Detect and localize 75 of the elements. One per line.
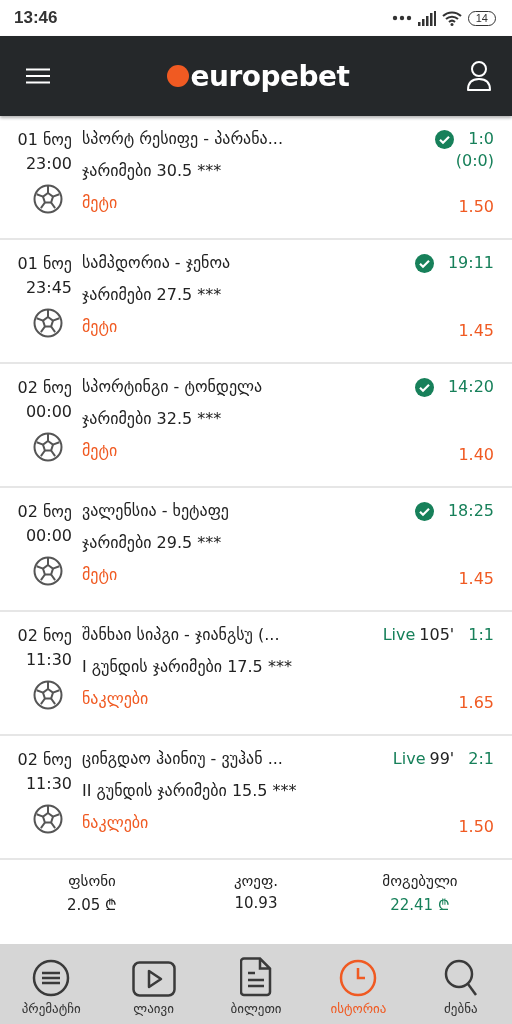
bet-date: 02 ნოე <box>17 377 72 399</box>
football-icon <box>33 308 63 338</box>
bet-odds: 1.50 <box>458 817 494 836</box>
signal-icon <box>417 10 436 26</box>
menu-circle-icon <box>32 959 71 997</box>
nav-tab[interactable]: ლაივი <box>102 944 205 1024</box>
match-result: 18:25 <box>447 500 494 522</box>
user-icon[interactable] <box>466 60 492 92</box>
bet-pick: მეტი <box>82 440 119 462</box>
bet-odds: 1.50 <box>458 197 494 216</box>
match-result: 2:1 <box>468 748 494 770</box>
menu-icon[interactable] <box>26 68 50 84</box>
bet-time: 00:00 <box>25 401 72 423</box>
bet-time: 11:30 <box>25 773 72 795</box>
match-result: 19:11 <box>447 252 494 274</box>
bet-date: 02 ნოე <box>17 501 72 523</box>
match-minute: 105' <box>419 624 455 646</box>
bet-pick: მეტი <box>82 316 119 338</box>
match-name[interactable]: ცინგდაო ჰაინიუ - ვუჰან ... <box>82 748 393 770</box>
market-name: ჯარიმები 27.5 *** <box>82 284 223 306</box>
bet-date: 01 ნოე <box>17 253 72 275</box>
football-icon <box>33 556 63 586</box>
bet-time: 00:00 <box>25 525 72 547</box>
market-name: II გუნდის ჯარიმები 15.5 *** <box>82 780 298 802</box>
match-name[interactable]: სპორტ რესიფე - პარანა... <box>82 128 436 150</box>
football-icon <box>33 804 63 834</box>
market-name: ჯარიმები 29.5 *** <box>82 532 223 554</box>
market-name: ჯარიმები 30.5 *** <box>82 160 223 182</box>
bet-odds: 1.45 <box>458 569 494 588</box>
match-name[interactable]: შანხაი სიპგი - ჯიანგსუ (... <box>82 624 383 646</box>
nav-tab[interactable]: პრემატჩი <box>0 944 103 1024</box>
bet-time: 23:45 <box>25 277 72 299</box>
match-name[interactable]: სპორტინგი - ტონდელა <box>82 376 415 398</box>
bet-time: 11:30 <box>25 649 72 671</box>
summary-value: 10.93 <box>234 894 278 912</box>
more-icon <box>391 15 412 21</box>
match-result: 14:20 <box>447 376 494 398</box>
summary-label: კოეფ. <box>233 872 279 890</box>
match-minute: 99' <box>429 748 455 770</box>
document-icon <box>240 957 272 997</box>
summary-label: ფსონი <box>68 872 116 890</box>
football-icon <box>33 680 63 710</box>
market-name: I გუნდის ჯარიმები 17.5 *** <box>82 656 293 678</box>
bet-pick: ნაკლები <box>82 688 150 710</box>
clock-time: 13:46 <box>14 8 58 28</box>
football-icon <box>33 432 63 462</box>
live-label: Live <box>392 748 426 770</box>
nav-tab[interactable]: ბილეთი <box>204 944 308 1024</box>
summary-label: მოგებული <box>382 872 458 890</box>
match-name[interactable]: ვალენსია - ხეტაფე <box>82 500 415 522</box>
bet-date: 02 ნოე <box>17 749 72 771</box>
match-name[interactable]: სამპდორია - ჯენოა <box>82 252 415 274</box>
bet-pick: მეტი <box>82 564 119 586</box>
bet-odds: 1.65 <box>458 693 494 712</box>
brand-logo: europebet <box>166 59 350 93</box>
bet-time: 23:00 <box>25 153 72 175</box>
play-icon <box>131 961 176 997</box>
clock-icon <box>339 959 378 997</box>
match-result: 1:1 <box>468 624 494 646</box>
bet-date: 02 ნოე <box>17 625 72 647</box>
bet-odds: 1.40 <box>458 445 494 464</box>
bet-pick: ნაკლები <box>82 812 150 834</box>
market-name: ჯარიმები 32.5 *** <box>82 408 223 430</box>
live-label: Live <box>382 624 416 646</box>
match-result: 1:0 <box>468 128 494 150</box>
summary-value: 22.41 ₾ <box>390 895 450 914</box>
half-time-score: (0:0) <box>455 150 494 172</box>
bet-date: 01 ნოე <box>17 129 72 151</box>
nav-tab[interactable]: ძებნა <box>409 944 512 1024</box>
summary-value: 2.05 ₾ <box>66 895 118 914</box>
bet-odds: 1.45 <box>458 321 494 340</box>
wifi-icon <box>441 10 462 26</box>
football-icon <box>33 184 63 214</box>
search-icon <box>443 959 478 997</box>
bet-pick: მეტი <box>82 192 119 214</box>
